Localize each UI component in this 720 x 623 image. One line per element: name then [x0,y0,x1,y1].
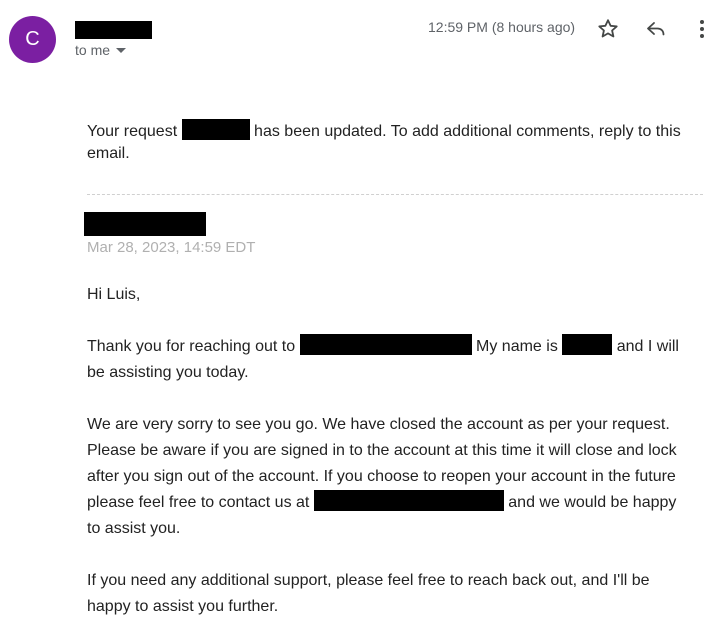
paragraph2-line4: please feel free to contact us at and we… [87,490,676,516]
redacted-sender-name [75,21,152,39]
redacted-contact-info [313,490,504,511]
p2-text-b: and we would be happy [508,494,677,511]
reply-icon[interactable] [644,17,668,41]
p1-text-a: Thank you for reaching out to [87,338,296,355]
p2-text-a: please feel free to contact us at [87,494,310,511]
paragraph3-line1: If you need any additional support, plea… [87,572,650,589]
paragraph2-line3: after you sign out of the account. If yo… [87,468,676,485]
p1-text-b: My name is [476,338,558,355]
paragraph2-line1: We are very sorry to see you go. We have… [87,416,670,433]
reply-divider [87,194,703,195]
request-notice-line2: email. [87,145,130,162]
p1-text-c: and I will [616,338,679,355]
star-icon[interactable] [596,17,620,41]
paragraph2-line2: Please be aware if you are signed in to … [87,442,677,459]
redacted-company-name [299,334,472,355]
request-suffix-text: has been updated. To add additional comm… [254,123,681,140]
greeting: Hi Luis, [87,286,141,303]
paragraph3-line2: happy to assist you further. [87,598,279,615]
paragraph2-line5: to assist you. [87,520,181,537]
paragraph1-line1: Thank you for reaching out to My name is… [87,334,679,360]
recipient-dropdown[interactable]: to me [75,42,127,58]
redacted-request-id [181,119,250,140]
recipient-label: to me [75,42,111,58]
redacted-agent-first-name [562,334,613,355]
paragraph1-line2: be assisting you today. [87,364,249,381]
more-vert-icon[interactable] [690,17,714,41]
reply-date: Mar 28, 2023, 14:59 EDT [87,239,256,256]
chevron-down-icon [116,48,127,53]
sender-avatar[interactable]: C [9,16,56,63]
email-timestamp: 12:59 PM (8 hours ago) [428,19,576,35]
request-notice-line1: Your request has been updated. To add ad… [87,119,681,145]
redacted-agent-name [84,212,206,236]
request-prefix-text: Your request [87,123,178,140]
